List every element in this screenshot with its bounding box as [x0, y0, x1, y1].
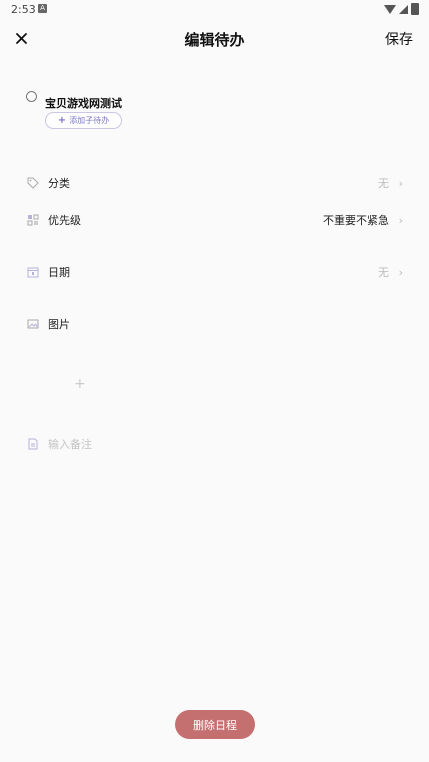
- category-value: 无: [378, 177, 389, 190]
- save-button[interactable]: 保存: [385, 29, 413, 49]
- date-row[interactable]: 日期 无 ›: [27, 260, 405, 284]
- tag-icon: [27, 177, 39, 189]
- status-icons: [384, 3, 419, 15]
- calendar-icon: [27, 266, 39, 278]
- priority-row[interactable]: 优先级 不重要不紧急 ›: [27, 208, 405, 232]
- chevron-right-icon: ›: [398, 265, 403, 279]
- page-title: 编辑待办: [184, 31, 245, 49]
- plus-icon[interactable]: +: [74, 376, 86, 392]
- document-icon: [27, 438, 39, 450]
- image-label: 图片: [48, 318, 70, 331]
- image-icon: [27, 318, 39, 330]
- image-row: 图片: [27, 312, 405, 336]
- battery-icon: [411, 3, 419, 15]
- plus-icon: +: [57, 115, 67, 126]
- delete-schedule-button[interactable]: 删除日程: [175, 710, 255, 739]
- wifi-icon: [384, 4, 396, 14]
- chevron-right-icon: ›: [398, 213, 403, 227]
- grid-icon: [27, 214, 39, 226]
- notification-icon: A: [38, 4, 47, 13]
- task-title[interactable]: 宝贝游戏网测试: [45, 95, 122, 111]
- task-checkbox[interactable]: [26, 90, 37, 102]
- task-row: 宝贝游戏网测试: [26, 87, 122, 111]
- status-time: 2:53: [11, 3, 36, 16]
- priority-label: 优先级: [48, 214, 81, 227]
- note-row[interactable]: 输入备注: [27, 436, 92, 452]
- date-value: 无: [378, 266, 389, 279]
- note-input[interactable]: 输入备注: [48, 436, 92, 452]
- category-row[interactable]: 分类 无 ›: [27, 171, 405, 195]
- category-label: 分类: [48, 177, 70, 190]
- status-bar: 2:53 A: [0, 0, 429, 20]
- signal-icon: [399, 4, 408, 14]
- add-subtask-label: 添加子待办: [69, 116, 110, 125]
- priority-value: 不重要不紧急: [323, 214, 389, 227]
- chevron-right-icon: ›: [398, 176, 403, 190]
- app-header: 编辑待办 保存: [0, 20, 429, 60]
- date-label: 日期: [48, 266, 70, 279]
- add-subtask-button[interactable]: + 添加子待办: [45, 112, 122, 129]
